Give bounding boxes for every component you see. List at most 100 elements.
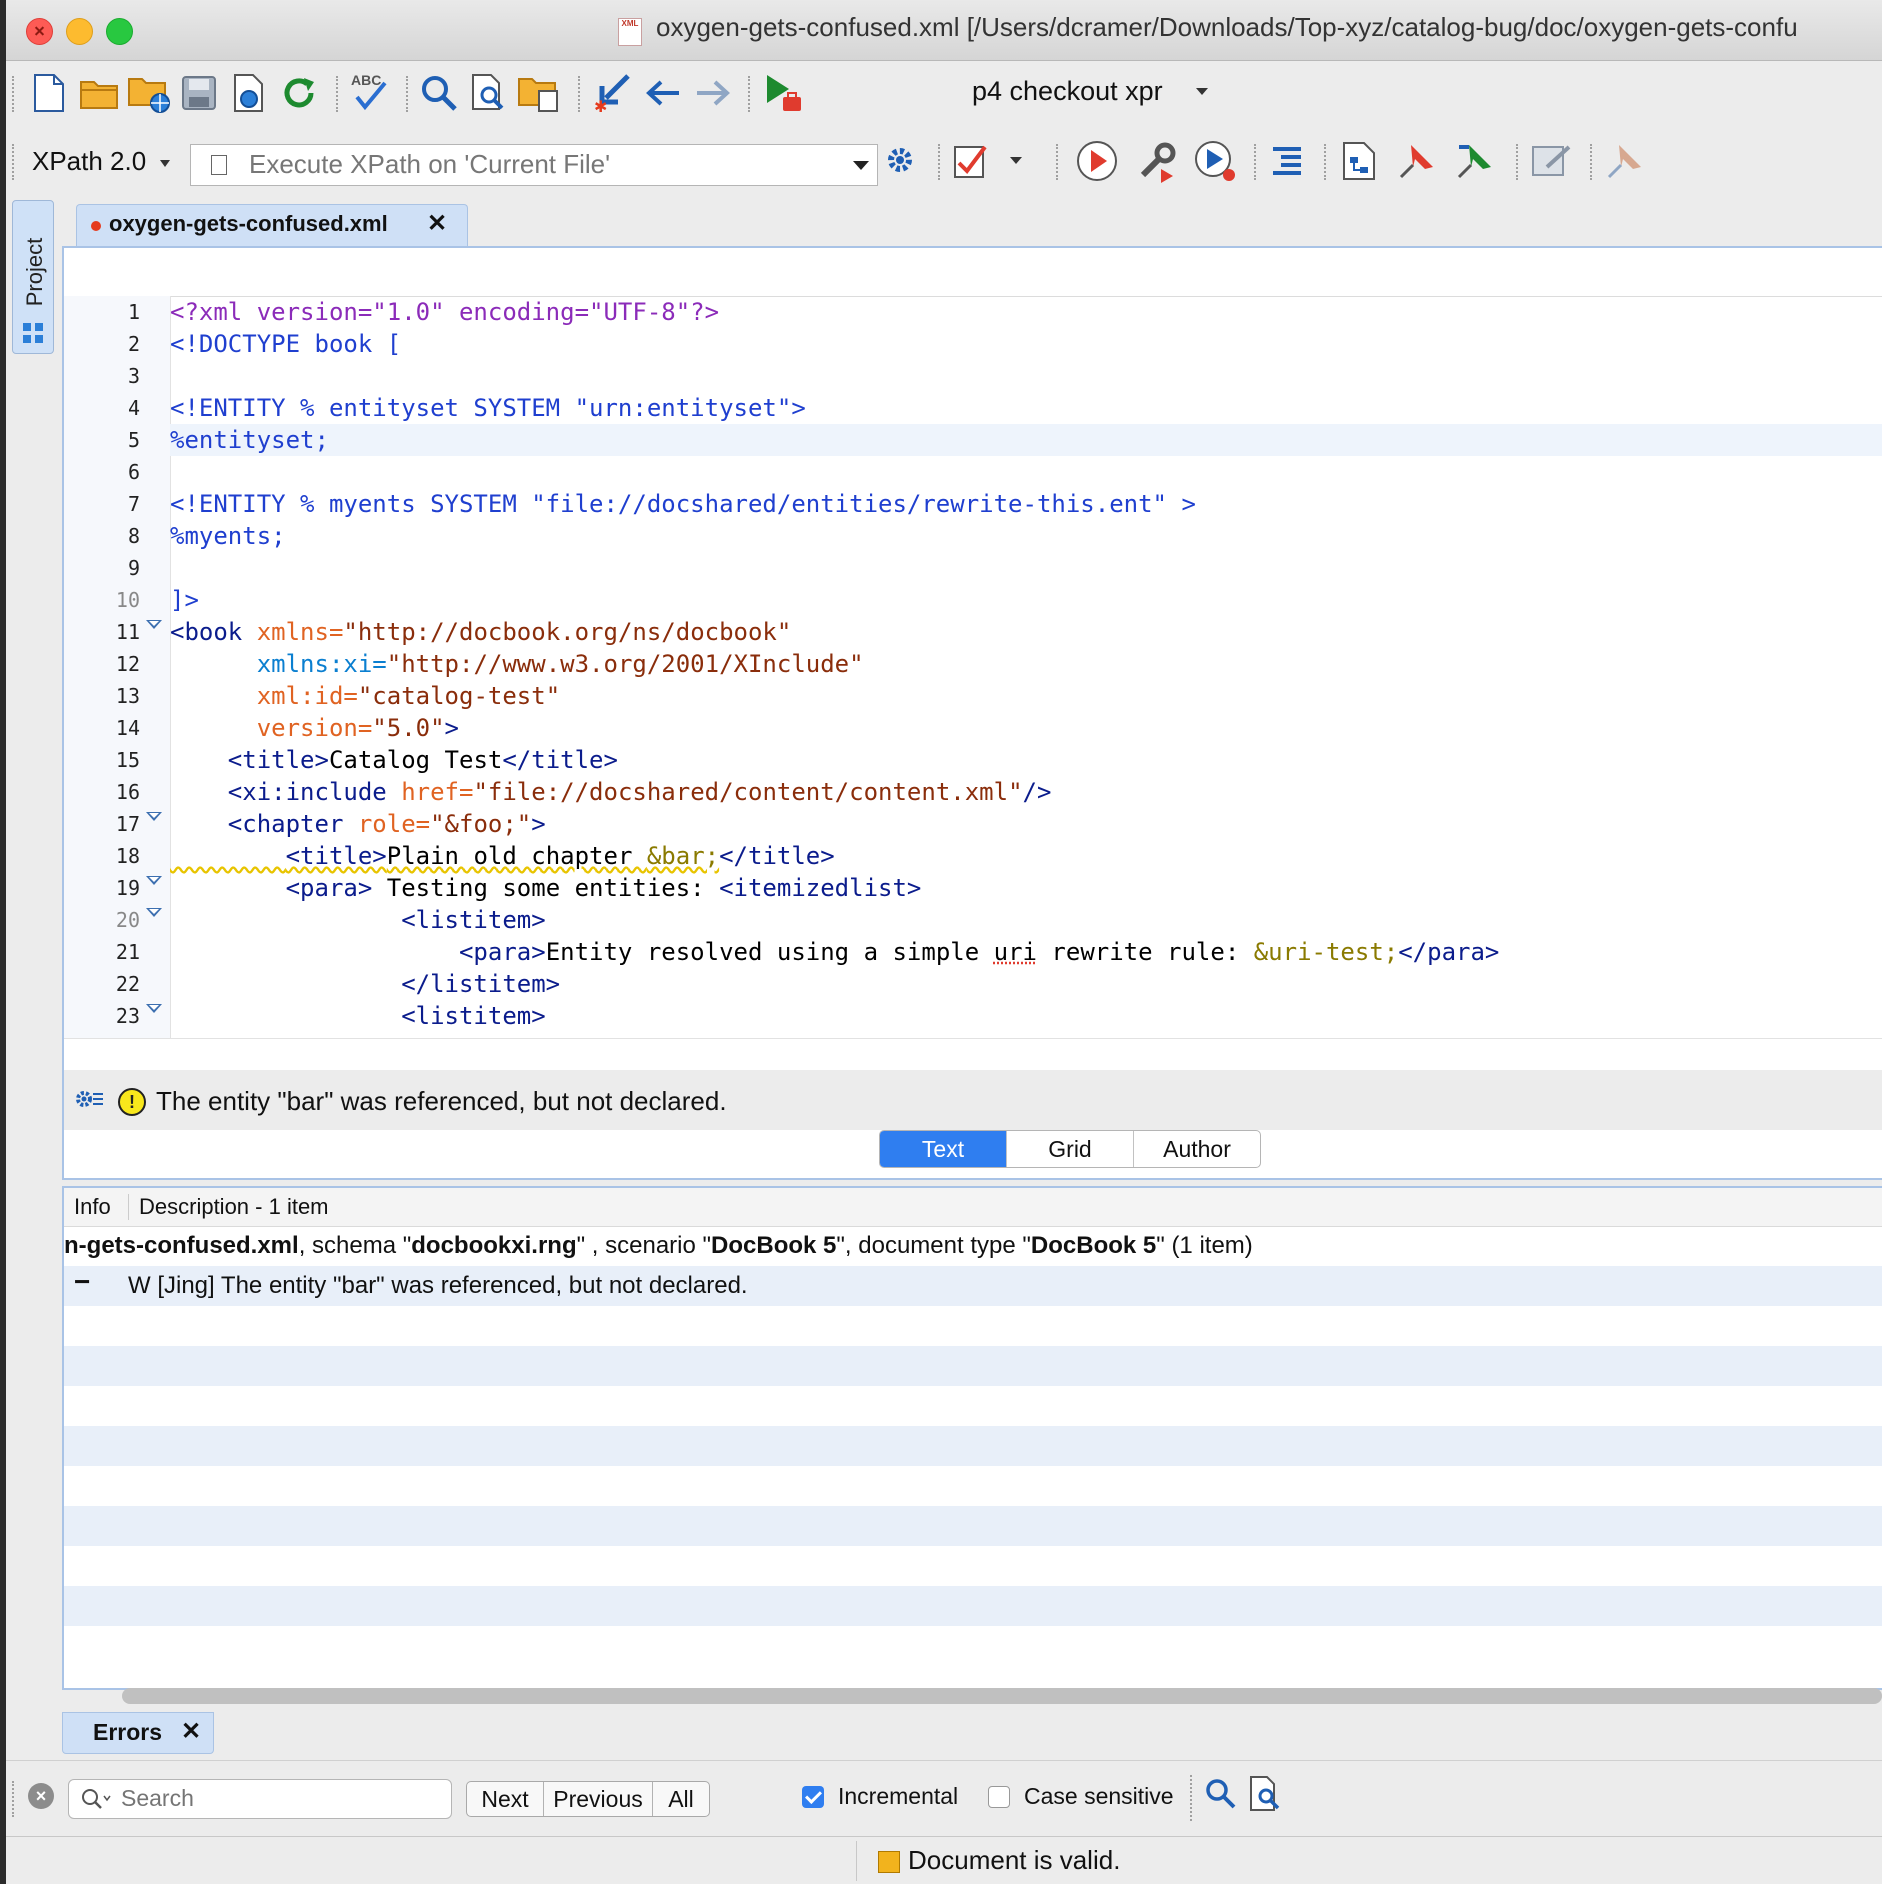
line-number: 10 — [115, 588, 140, 612]
minimize-window-button[interactable] — [66, 18, 93, 45]
problem-message[interactable]: The entity "bar" was referenced, but not… — [156, 1086, 727, 1117]
close-icon[interactable]: ✕ — [181, 1717, 201, 1746]
horizontal-scrollbar[interactable] — [122, 1688, 1882, 1704]
line-number: 21 — [115, 940, 140, 964]
code-line[interactable]: </listitem> — [170, 968, 1882, 1000]
validate-icon[interactable] — [948, 138, 994, 184]
line-number: 23 — [115, 1004, 140, 1028]
save-to-url-icon[interactable] — [226, 70, 272, 116]
tab-text-mode[interactable]: Text — [880, 1131, 1006, 1167]
find-icon[interactable] — [1204, 1777, 1238, 1811]
next-button[interactable]: Next — [467, 1782, 543, 1816]
fold-toggle-icon[interactable] — [146, 1004, 162, 1013]
tree-view-icon[interactable] — [1336, 138, 1382, 184]
case-sensitive-checkbox[interactable] — [988, 1786, 1010, 1808]
column-header-description[interactable]: Description - 1 item — [128, 1194, 329, 1220]
chevron-down-icon[interactable] — [853, 161, 869, 170]
close-window-button[interactable] — [26, 18, 53, 45]
code-line[interactable]: <listitem> — [170, 1000, 1882, 1032]
tab-oxygen-gets-confused[interactable]: oxygen-gets-confused.xml ✕ — [76, 204, 468, 247]
tab-grid-mode[interactable]: Grid — [1006, 1131, 1133, 1167]
format-indent-icon[interactable] — [1264, 138, 1310, 184]
collapse-icon[interactable]: − — [74, 1266, 90, 1298]
all-button[interactable]: All — [652, 1782, 709, 1816]
spellcheck-icon[interactable]: ABC — [348, 70, 394, 116]
chevron-down-icon[interactable] — [1196, 88, 1208, 95]
last-edit-icon[interactable]: ✱ — [590, 70, 636, 116]
chevron-down-icon[interactable] — [160, 160, 170, 167]
pin-disabled-icon[interactable] — [1602, 138, 1648, 184]
code-line[interactable] — [170, 552, 1882, 584]
tab-errors[interactable]: Errors ✕ — [62, 1712, 214, 1754]
code-line[interactable]: %myents; — [170, 520, 1882, 552]
incremental-label[interactable]: Incremental — [838, 1783, 958, 1810]
pin-green-icon[interactable] — [1452, 138, 1498, 184]
case-sensitive-label[interactable]: Case sensitive — [1024, 1783, 1174, 1810]
open-folder-icon[interactable] — [76, 70, 122, 116]
find-in-files-icon[interactable] — [1248, 1775, 1284, 1813]
incremental-checkbox[interactable] — [802, 1786, 824, 1808]
code-line[interactable]: <listitem> — [170, 904, 1882, 936]
close-icon[interactable]: ✕ — [427, 209, 447, 238]
paste-icon[interactable] — [516, 70, 562, 116]
code-line[interactable]: <para> Testing some entities: <itemizedl… — [170, 872, 1882, 904]
code-line[interactable]: <para>Entity resolved using a simple uri… — [170, 936, 1882, 968]
code-line-warning[interactable]: <title>Plain old chapter &bar;</title> — [170, 840, 1882, 872]
code-area[interactable]: <?xml version="1.0" encoding="UTF-8"?> <… — [170, 296, 1882, 1038]
toolbar-separator — [336, 76, 342, 112]
code-line[interactable]: <chapter role="&foo;"> — [170, 808, 1882, 840]
search-icon[interactable] — [81, 1788, 113, 1810]
code-line[interactable] — [170, 360, 1882, 392]
document-icon[interactable] — [211, 155, 227, 175]
code-line[interactable]: ]> — [170, 584, 1882, 616]
fold-toggle-icon[interactable] — [146, 876, 162, 885]
xml-tag-end: > — [444, 714, 459, 742]
new-file-icon[interactable] — [26, 70, 72, 116]
code-line[interactable]: <!DOCTYPE book [ — [170, 328, 1882, 360]
gear-icon[interactable] — [74, 1088, 104, 1115]
code-line[interactable]: xml:id="catalog-test" — [170, 680, 1882, 712]
forward-icon[interactable] — [690, 70, 736, 116]
back-icon[interactable] — [640, 70, 686, 116]
edit-document-icon[interactable] — [1528, 138, 1574, 184]
gear-icon[interactable] — [878, 138, 924, 184]
previous-button[interactable]: Previous — [543, 1782, 652, 1816]
zoom-window-button[interactable] — [106, 18, 133, 45]
run-icon[interactable] — [760, 70, 806, 116]
project-side-tab[interactable]: Project — [12, 200, 54, 354]
code-line[interactable]: <title>Catalog Test</title> — [170, 744, 1882, 776]
xml-editor[interactable]: 1 2 3 4 5 6 7 8 9 10 11 12 13 14 15 16 1… — [62, 246, 1882, 1180]
debug-icon[interactable] — [1192, 138, 1238, 184]
code-line[interactable] — [170, 456, 1882, 488]
code-line[interactable]: <!ENTITY % myents SYSTEM "file://docshar… — [170, 488, 1882, 520]
code-line[interactable]: <book xmlns="http://docbook.org/ns/docbo… — [170, 616, 1882, 648]
fold-toggle-icon[interactable] — [146, 908, 162, 917]
save-icon[interactable] — [176, 70, 222, 116]
chevron-down-icon[interactable] — [1006, 138, 1026, 184]
code-line[interactable]: <xi:include href="file://docshared/conte… — [170, 776, 1882, 808]
code-line[interactable]: xmlns:xi="http://www.w3.org/2001/XInclud… — [170, 648, 1882, 680]
xpath-version-select[interactable]: XPath 2.0 — [32, 146, 146, 177]
fold-toggle-icon[interactable] — [146, 812, 162, 821]
search-field[interactable] — [68, 1779, 452, 1819]
wrench-icon[interactable] — [1134, 138, 1180, 184]
code-line-current[interactable]: %entityset; — [170, 424, 1882, 456]
close-icon[interactable]: × — [28, 1783, 54, 1809]
reload-icon[interactable] — [276, 70, 322, 116]
find-in-files-icon[interactable] — [466, 70, 512, 116]
fold-toggle-icon[interactable] — [146, 620, 162, 629]
pin-red-icon[interactable] — [1394, 138, 1440, 184]
search-input[interactable] — [119, 1784, 443, 1813]
p4-checkout-label[interactable]: p4 checkout xpr — [972, 76, 1163, 107]
code-line[interactable]: <?xml version="1.0" encoding="UTF-8"?> — [170, 296, 1882, 328]
xpath-input[interactable]: Execute XPath on 'Current File' — [190, 144, 878, 186]
play-icon[interactable] — [1074, 138, 1120, 184]
column-header-info[interactable]: Info — [74, 1194, 111, 1220]
code-line[interactable]: version="5.0"> — [170, 712, 1882, 744]
tab-author-mode[interactable]: Author — [1133, 1131, 1260, 1167]
result-group-row[interactable]: n-gets-confused.xml, schema "docbookxi.r… — [64, 1226, 1882, 1266]
find-icon[interactable] — [416, 70, 462, 116]
code-line[interactable]: <!ENTITY % entityset SYSTEM "urn:entitys… — [170, 392, 1882, 424]
table-row[interactable]: − W [Jing] The entity "bar" was referenc… — [64, 1266, 1882, 1306]
open-url-icon[interactable] — [126, 70, 172, 116]
